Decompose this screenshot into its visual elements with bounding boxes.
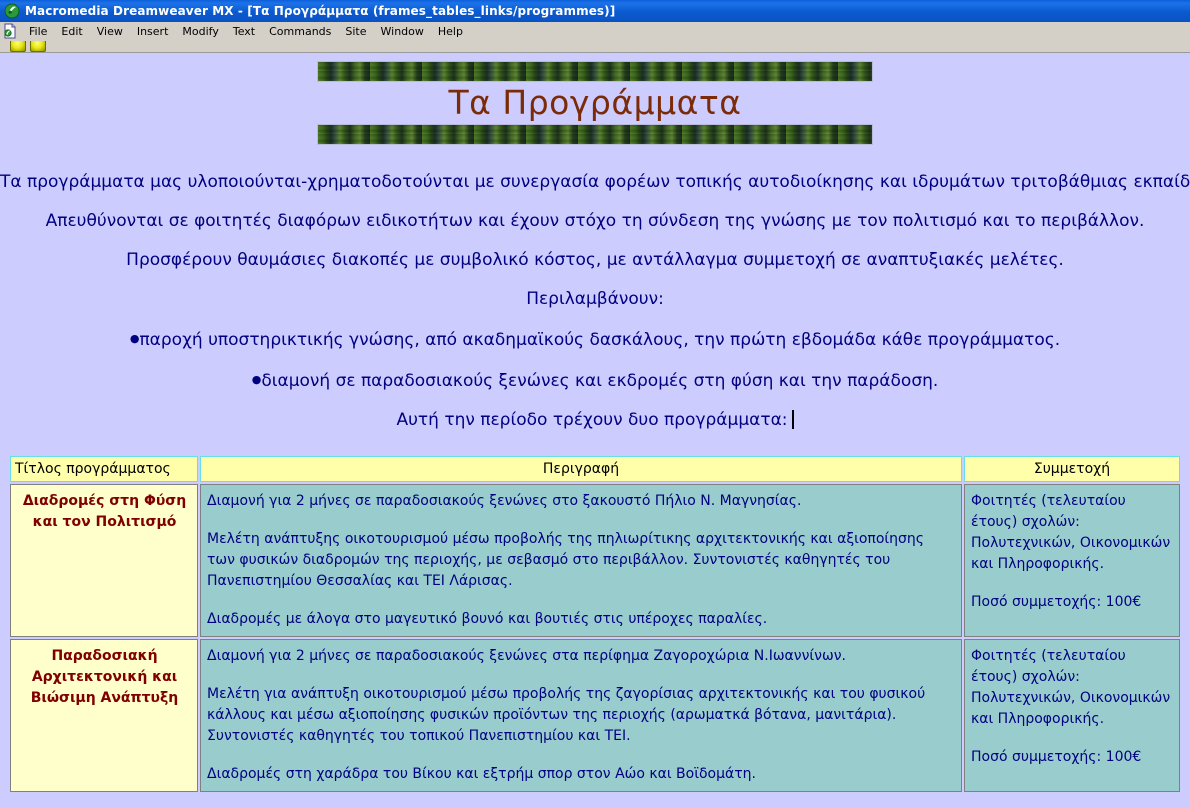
menu-item-modify[interactable]: Modify (175, 23, 225, 40)
row1-title-cell: Διαδρομές στη Φύση και τον Πολιτισμό (10, 484, 198, 637)
row1-description-cell: Διαμονή για 2 μήνες σε παραδοσιακούς ξεν… (200, 484, 962, 637)
document-canvas[interactable]: Τα Προγράμματα Τα προγράμματα μας υλοποι… (0, 53, 1190, 808)
yellow-round-icon-2[interactable] (30, 41, 46, 52)
column-header-participation: Συμμετοχή (964, 456, 1180, 482)
bullet-line-1: ●παροχή υποστηρικτικής γνώσης, από ακαδη… (0, 319, 1190, 360)
row2-desc-p2: Μελέτη για ανάπτυξη οικοτουρισμού μέσω π… (207, 686, 926, 744)
bullet-icon-2: ● (251, 373, 262, 386)
table-header-row: Τίτλος προγράμματος Περιγραφή Συμμετοχή (10, 456, 1180, 482)
yellow-round-icon-1[interactable] (10, 41, 26, 52)
menu-item-text[interactable]: Text (226, 23, 262, 40)
column-header-title: Τίτλος προγράμματος (10, 456, 198, 482)
menu-item-insert[interactable]: Insert (130, 23, 176, 40)
intro-paragraph-2: Απευθύνονται σε φοιτητές διαφόρων ειδικο… (45, 211, 1145, 231)
page-title: Τα Προγράμματα (448, 83, 742, 122)
row1-desc-p2: Μελέτη ανάπτυξης οικοτουρισμού μέσω προβ… (207, 531, 924, 589)
table-row: Παραδοσιακή Αρχιτεκτονική και Βιώσιμη Αν… (10, 639, 1180, 792)
row2-desc-p1: Διαμονή για 2 μήνες σε παραδοσιακούς ξεν… (207, 648, 846, 664)
menu-item-help[interactable]: Help (431, 23, 470, 40)
menu-item-window[interactable]: Window (374, 23, 431, 40)
document-icon[interactable] (2, 23, 18, 39)
menu-item-site[interactable]: Site (338, 23, 373, 40)
menu-item-view[interactable]: View (90, 23, 130, 40)
window-title-bar: Macromedia Dreamweaver MX - [Τα Προγράμμ… (0, 0, 1190, 22)
column-header-description: Περιγραφή (200, 456, 962, 482)
row2-participation-cell: Φοιτητές (τελευταίου έτους) σχολών: Πολυ… (964, 639, 1180, 792)
toolbar-strip (0, 41, 1190, 53)
menu-item-file[interactable]: File (22, 23, 54, 40)
banner-strip-bottom (317, 124, 873, 145)
bullet-label-1: παροχή υποστηρικτικής γνώσης, από ακαδημ… (139, 330, 1061, 350)
bullet-icon-1: ● (129, 332, 140, 345)
intro-paragraph-1: Τα προγράμματα μας υλοποιούνται-χρηματοδ… (0, 172, 1190, 192)
row1-desc-p3: Διαδρομές με άλογα στο μαγευτικό βουνό κ… (207, 611, 768, 627)
page-banner: Τα Προγράμματα (0, 53, 1190, 145)
bullet-label-2: διαμονή σε παραδοσιακούς ξενώνες και εκδ… (261, 371, 939, 391)
row2-part-p1: Φοιτητές (τελευταίου έτους) σχολών: Πολυ… (971, 648, 1171, 727)
intro-paragraph-3: Προσφέρουν θαυμάσιες διακοπές με συμβολι… (126, 250, 1064, 270)
closing-line-label: Αυτή την περίοδο τρέχουν δυο προγράμματα… (396, 410, 788, 430)
dreamweaver-icon (4, 3, 20, 19)
programmes-table: Τίτλος προγράμματος Περιγραφή Συμμετοχή … (8, 454, 1182, 794)
row2-part-p2: Ποσό συμμετοχής: 100€ (971, 749, 1142, 765)
row2-description-cell: Διαμονή για 2 μήνες σε παραδοσιακούς ξεν… (200, 639, 962, 792)
menu-item-commands[interactable]: Commands (262, 23, 338, 40)
row1-desc-p1: Διαμονή για 2 μήνες σε παραδοσιακούς ξεν… (207, 493, 802, 509)
intro-paragraph-4: Περιλαμβάνουν: (526, 289, 664, 309)
row2-title-cell: Παραδοσιακή Αρχιτεκτονική και Βιώσιμη Αν… (10, 639, 198, 792)
closing-line: Αυτή την περίοδο τρέχουν δυο προγράμματα… (0, 401, 1190, 440)
row1-part-p1: Φοιτητές (τελευταίου έτους) σχολών: Πολυ… (971, 493, 1171, 572)
table-row: Διαδρομές στη Φύση και τον Πολιτισμό Δια… (10, 484, 1180, 637)
bullet-line-2: ●διαμονή σε παραδοσιακούς ξενώνες και εκ… (0, 360, 1190, 401)
row1-part-p2: Ποσό συμμετοχής: 100€ (971, 594, 1142, 610)
text-cursor-caret (791, 410, 794, 429)
row1-participation-cell: Φοιτητές (τελευταίου έτους) σχολών: Πολυ… (964, 484, 1180, 637)
banner-strip-top (317, 61, 873, 82)
row2-desc-p3: Διαδρομές στη χαράδρα του Βίκου και εξτρ… (207, 766, 756, 782)
menu-bar: File Edit View Insert Modify Text Comman… (0, 22, 1190, 41)
window-title-text: Macromedia Dreamweaver MX - [Τα Προγράμμ… (25, 4, 616, 18)
menu-item-edit[interactable]: Edit (54, 23, 89, 40)
